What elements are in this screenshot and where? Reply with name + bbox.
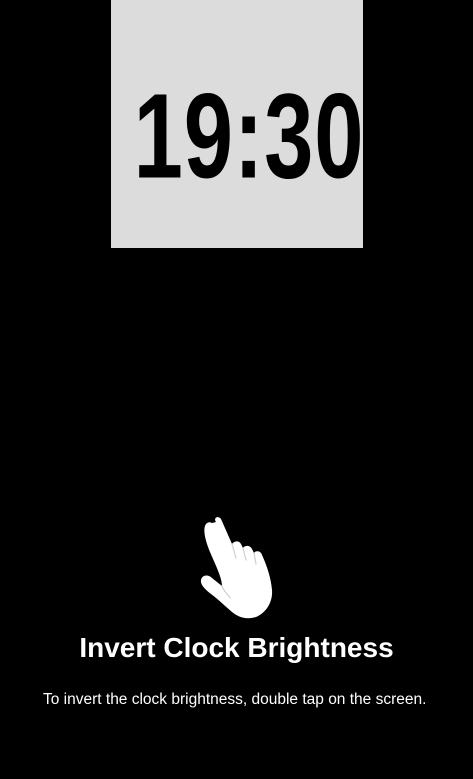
instruction-description: To invert the clock brightness, double t… [43,691,427,708]
clock-time: 19:30 [133,67,365,204]
instruction-title: Invert Clock Brightness [79,632,394,663]
tap-hand-icon [200,517,273,619]
clock-panel[interactable]: 19:30 [111,0,363,248]
